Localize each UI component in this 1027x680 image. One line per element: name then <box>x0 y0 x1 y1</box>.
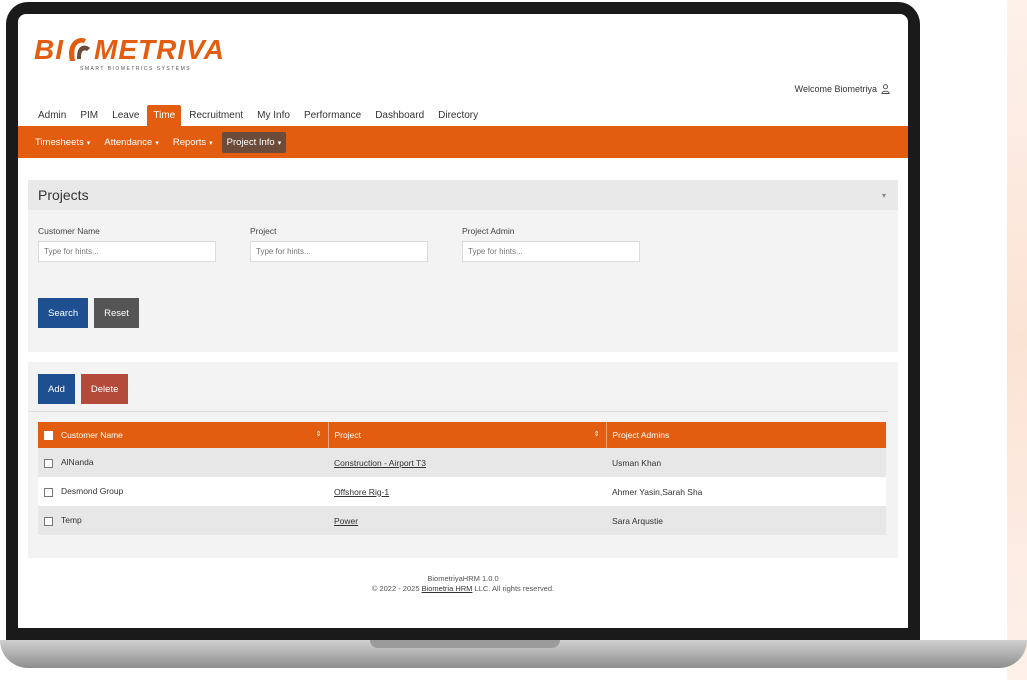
nav-recruitment[interactable]: Recruitment <box>183 105 249 126</box>
row-checkbox[interactable] <box>44 487 53 497</box>
column-customer-name[interactable]: Customer Name ⇕ <box>38 422 328 448</box>
table-row: Temp Power Sara Arqustie <box>38 506 886 535</box>
nav-my-info[interactable]: My Info <box>251 105 296 126</box>
table-row: AlNanda Construction - Airport T3 Usman … <box>38 448 886 477</box>
project-admin-label: Project Admin <box>462 226 515 236</box>
copyright-suffix: LLC. All rights reserved. <box>474 584 555 593</box>
sort-icon[interactable]: ⇕ <box>594 430 600 438</box>
search-filters: Customer Name Project Project Admin <box>28 210 898 262</box>
select-all-checkbox[interactable] <box>44 431 53 441</box>
nav-pim[interactable]: PIM <box>74 105 104 126</box>
cell-admins: Ahmer Yasin,Sarah Sha <box>606 477 886 506</box>
footer: BiometriyaHRM 1.0.0 © 2022 - 2025 Biomet… <box>18 574 908 594</box>
search-actions: Search Reset <box>28 262 898 328</box>
user-icon <box>881 84 890 94</box>
cell-project: Power <box>328 506 606 535</box>
projects-list-panel: Add Delete Customer Name ⇕ Project ⇕ Proje… <box>28 362 898 558</box>
company-link[interactable]: Biometria HRM <box>422 584 473 593</box>
cell-admins: Usman Khan <box>606 448 886 477</box>
subnav-timesheets[interactable]: Timesheets ▾ <box>30 132 95 153</box>
logo-hand-icon <box>69 37 90 61</box>
sort-icon[interactable]: ⇕ <box>316 430 322 438</box>
nav-time[interactable]: Time <box>147 105 182 126</box>
background-decoration <box>1007 0 1027 680</box>
laptop-notch <box>370 640 560 648</box>
column-project[interactable]: Project ⇕ <box>327 422 606 448</box>
add-button[interactable]: Add <box>38 374 75 404</box>
subnav-timesheets-label: Timesheets <box>35 136 84 148</box>
nav-performance[interactable]: Performance <box>298 105 367 126</box>
chevron-down-icon: ▾ <box>155 139 159 147</box>
footer-version: BiometriyaHRM 1.0.0 <box>427 574 499 583</box>
customer-name-label: Customer Name <box>38 226 100 236</box>
logo-tagline: SMART BIOMETRICS SYSTEMS <box>80 66 192 72</box>
filter-project-admin: Project Admin <box>462 226 640 262</box>
subnav-project-info-label: Project Info <box>226 136 275 148</box>
copyright-prefix: © 2022 - 2025 <box>371 584 420 593</box>
project-input[interactable] <box>250 241 428 262</box>
customer-name: Desmond Group <box>61 486 124 497</box>
project-admin-input[interactable] <box>462 241 640 262</box>
nav-leave[interactable]: Leave <box>106 105 145 126</box>
search-button[interactable]: Search <box>38 298 89 328</box>
nav-dashboard[interactable]: Dashboard <box>369 105 430 126</box>
cell-customer: Temp <box>38 506 328 535</box>
panel-title: Projects <box>38 187 89 203</box>
subnav-reports[interactable]: Reports ▾ <box>168 132 218 153</box>
project-label: Project <box>250 226 277 236</box>
project-link[interactable]: Construction - Airport T3 <box>334 458 426 468</box>
panel-header: Projects ▾ <box>28 180 898 210</box>
table-row: Desmond Group Offshore Rig-1 Ahmer Yasin… <box>38 477 886 506</box>
subnav-attendance-label: Attendance <box>104 136 153 148</box>
column-project-admins-label: Project Admins <box>612 430 670 440</box>
filter-customer-name: Customer Name <box>38 226 216 262</box>
subnav-project-info[interactable]: Project Info ▾ <box>221 131 287 153</box>
column-project-admins: Project Admins <box>605 422 886 448</box>
welcome-text: Welcome Biometriya <box>794 84 877 94</box>
column-project-label: Project <box>334 430 361 440</box>
column-customer-name-label: Customer Name <box>61 429 123 440</box>
logo-text-right: METRIVA <box>94 34 225 65</box>
project-link[interactable]: Offshore Rig-1 <box>334 487 389 497</box>
customer-name: AlNanda <box>61 457 94 468</box>
nav-admin[interactable]: Admin <box>32 105 72 126</box>
sub-nav: Timesheets ▾ Attendance ▾ Reports ▾ Project… <box>18 126 908 158</box>
chevron-down-icon: ▾ <box>277 139 282 147</box>
cell-customer: Desmond Group <box>38 477 328 506</box>
logo-text-left: BI <box>34 34 64 65</box>
cell-project: Construction - Airport T3 <box>328 448 606 477</box>
app-screen: BI METRIVA SMART BIOMETRICS SYSTEMS Welc… <box>18 14 908 628</box>
table-header-row: Customer Name ⇕ Project ⇕ Project Admins <box>38 422 886 448</box>
subnav-reports-label: Reports <box>172 136 207 148</box>
projects-table: Customer Name ⇕ Project ⇕ Project Admins A… <box>38 422 886 535</box>
cell-admins: Sara Arqustie <box>606 506 886 535</box>
customer-name-input[interactable] <box>38 241 216 262</box>
projects-search-panel: Projects ▾ Customer Name Project Project… <box>28 180 898 352</box>
list-actions: Add Delete <box>28 362 888 412</box>
delete-button[interactable]: Delete <box>80 374 129 404</box>
collapse-toggle-icon[interactable]: ▾ <box>882 191 886 200</box>
subnav-attendance[interactable]: Attendance ▾ <box>99 132 164 153</box>
row-checkbox[interactable] <box>44 458 53 468</box>
chevron-down-icon: ▾ <box>86 139 91 147</box>
cell-project: Offshore Rig-1 <box>328 477 606 506</box>
nav-directory[interactable]: Directory <box>432 105 484 126</box>
cell-customer: AlNanda <box>38 448 328 477</box>
main-nav: Admin PIM Leave Time Recruitment My Info… <box>18 98 908 126</box>
filter-project: Project <box>250 226 428 262</box>
project-link[interactable]: Power <box>334 516 358 526</box>
welcome-user-menu[interactable]: Welcome Biometriya <box>795 84 890 94</box>
reset-button[interactable]: Reset <box>94 298 139 328</box>
top-bar: BI METRIVA SMART BIOMETRICS SYSTEMS Welc… <box>18 14 908 98</box>
footer-copyright: © 2022 - 2025 Biometria HRM LLC. All rig… <box>18 584 908 594</box>
customer-name: Temp <box>61 515 82 526</box>
stage: BI METRIVA SMART BIOMETRICS SYSTEMS Welc… <box>0 0 1027 680</box>
row-checkbox[interactable] <box>44 516 53 526</box>
brand-logo[interactable]: BI METRIVA SMART BIOMETRICS SYSTEMS <box>34 34 225 72</box>
chevron-down-icon: ▾ <box>209 139 213 147</box>
